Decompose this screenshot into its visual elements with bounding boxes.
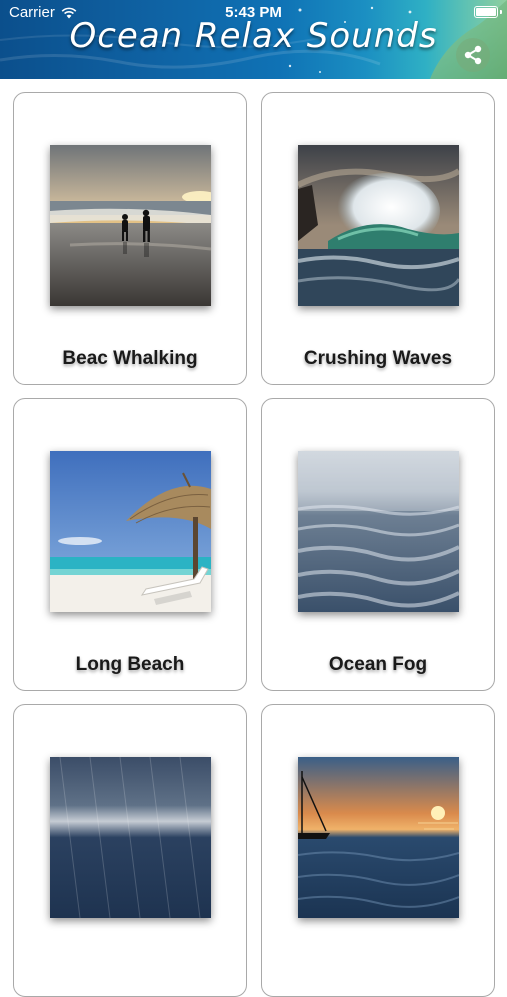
card-label: Crushing Waves (303, 348, 453, 369)
card-label: Beac Whalking (62, 348, 198, 369)
app-header: Carrier 5:43 PM Ocean Relax Sounds (0, 0, 507, 79)
app-title: Ocean Relax Sounds (69, 16, 438, 56)
sound-card-beach-walking[interactable]: Beac Whalking (13, 92, 247, 385)
share-icon (464, 45, 482, 65)
crashing-wave-image (298, 145, 459, 306)
card-label: Long Beach (75, 654, 185, 675)
stormy-sea-image (50, 757, 211, 918)
foggy-sea-image (298, 451, 459, 612)
beach-walking-image (50, 145, 211, 306)
beach-umbrella-image (50, 451, 211, 612)
sailboat-sunset-image (298, 757, 459, 918)
sound-card-stormy-sea[interactable] (13, 704, 247, 997)
share-button[interactable] (456, 38, 490, 72)
sounds-grid: Beac Whalking Crushing Waves Long Beach … (13, 92, 495, 997)
sound-card-ocean-fog[interactable]: Ocean Fog (261, 398, 495, 691)
sound-card-crushing-waves[interactable]: Crushing Waves (261, 92, 495, 385)
sound-card-long-beach[interactable]: Long Beach (13, 398, 247, 691)
card-label: Ocean Fog (328, 654, 428, 675)
sound-card-sailboat-sunset[interactable] (261, 704, 495, 997)
